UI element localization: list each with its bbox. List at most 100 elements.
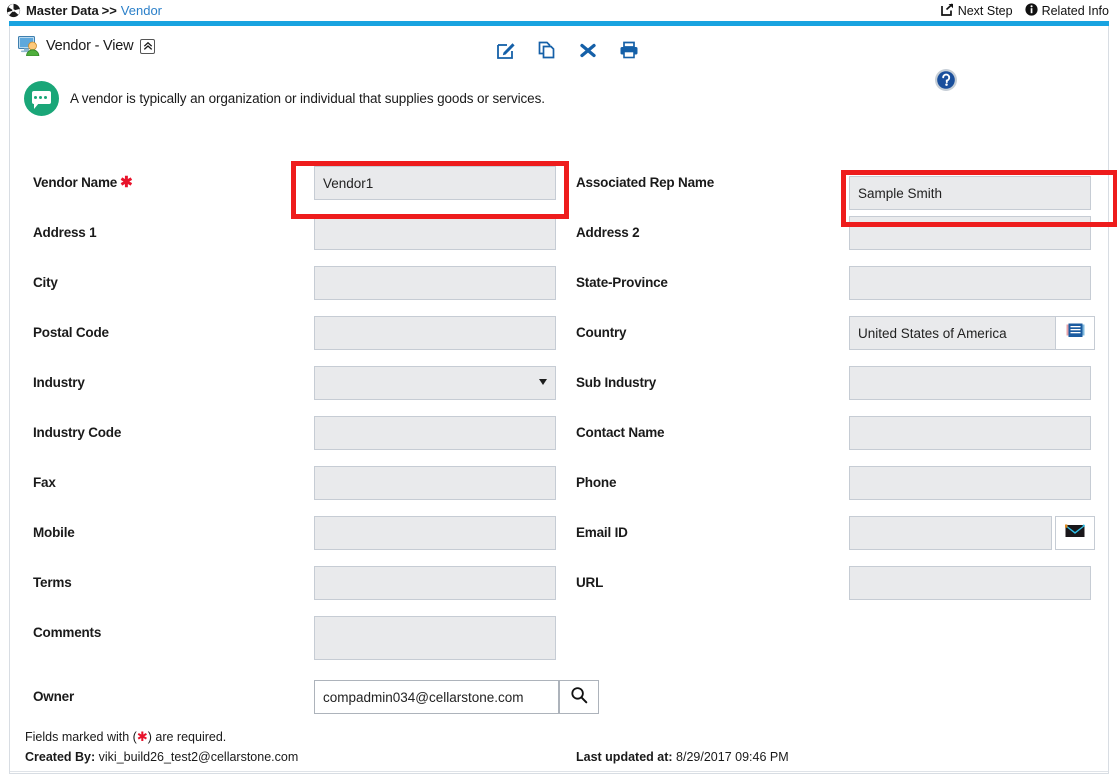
field-label: Email ID [576,525,628,540]
field-associated-rep-name: Associated Rep Name [576,166,1106,216]
email-send-button[interactable] [1055,516,1095,550]
header-actions: Next Step Related Info [940,2,1117,19]
email-id-input[interactable] [849,516,1052,550]
monitor-user-icon [18,36,41,57]
field-label: Industry [33,375,85,390]
created-by-label: Created By: [25,750,96,764]
field-city: City [33,266,563,316]
field-comments: Comments [33,616,563,676]
created-by-value: viki_build26_test2@cellarstone.com [98,750,299,764]
field-contact-name: Contact Name [576,416,1106,466]
field-sub-industry: Sub Industry [576,366,1106,416]
info-banner: A vendor is typically an organization or… [24,81,545,116]
field-label: Contact Name [576,425,665,440]
printer-icon[interactable] [619,40,639,60]
page-title: Vendor - View [18,36,156,57]
fax-input[interactable] [314,466,556,500]
vendor-form-card: Vendor - View A vendor is typically an o… [9,26,1117,774]
comments-textarea[interactable] [314,616,556,660]
url-input[interactable] [849,566,1091,600]
field-address2: Address 2 [576,216,1106,266]
field-vendor-name: Vendor Name ✱ [33,166,563,216]
created-by: Created By: viki_build26_test2@cellarsto… [25,750,298,764]
next-step-label: Next Step [957,3,1013,18]
required-star-inline: ✱ [136,729,148,744]
state-province-input[interactable] [849,266,1091,300]
field-postal-code: Postal Code [33,316,563,366]
toolbar [496,40,639,60]
info-banner-text: A vendor is typically an organization or… [70,91,545,106]
next-step-button[interactable]: Next Step [940,2,1013,19]
field-label: URL [576,575,604,590]
globe-icon [6,3,21,18]
field-label: Industry Code [33,425,122,440]
required-star: ✱ [120,174,133,191]
field-label: Comments [33,625,102,640]
field-label: Sub Industry [576,375,657,390]
field-phone: Phone [576,466,1106,516]
field-label: State-Province [576,275,668,290]
list-grid-icon [1066,323,1085,343]
field-label: Owner [33,689,75,704]
breadcrumb: Master Data >> Vendor Next Step Related … [0,0,1117,21]
field-label: Terms [33,575,72,590]
field-mobile: Mobile [33,516,563,566]
edit-pencil-icon[interactable] [496,40,516,60]
chevron-double-up-icon[interactable] [140,38,156,54]
page-title-text: Vendor - View [46,38,134,54]
city-input[interactable] [314,266,556,300]
field-fax: Fax [33,466,563,516]
associated-rep-name-input[interactable] [849,176,1091,210]
field-terms: Terms [33,566,563,616]
address2-input[interactable] [849,216,1091,250]
sub-industry-input[interactable] [849,366,1091,400]
field-label: Fax [33,475,56,490]
related-info-button[interactable]: Related Info [1024,2,1109,19]
field-country: Country United States of America [576,316,1106,366]
industry-code-input[interactable] [314,416,556,450]
field-email-id: Email ID [576,516,1106,566]
field-owner: Owner [33,680,633,730]
footer-divider [10,771,1108,772]
postal-code-input[interactable] [314,316,556,350]
field-label: Address 2 [576,225,640,240]
field-industry-code: Industry Code [33,416,563,466]
contact-name-input[interactable] [849,416,1091,450]
envelope-icon [1064,523,1086,543]
last-updated: Last updated at: 8/29/2017 09:46 PM [576,750,789,764]
close-x-icon[interactable] [578,40,598,60]
help-question-icon[interactable] [934,68,958,92]
field-address1: Address 1 [33,216,563,266]
next-step-icon [940,2,954,19]
industry-select[interactable] [314,366,556,400]
breadcrumb-current[interactable]: Vendor [121,3,162,18]
terms-input[interactable] [314,566,556,600]
last-updated-value: 8/29/2017 09:46 PM [676,750,789,764]
vendor-name-input[interactable] [314,166,556,200]
mobile-input[interactable] [314,516,556,550]
owner-input[interactable] [314,680,559,714]
owner-search-button[interactable] [559,680,599,714]
field-label: Mobile [33,525,75,540]
country-lookup-button[interactable] [1055,316,1095,350]
field-label: Address 1 [33,225,97,240]
field-label: Postal Code [33,325,109,340]
vendor-view-page: Master Data >> Vendor Next Step Related … [0,0,1117,783]
search-magnifier-icon [570,686,588,709]
field-label: Associated Rep Name [576,175,715,190]
last-updated-label: Last updated at: [576,750,673,764]
phone-input[interactable] [849,466,1091,500]
speech-bubble-icon [24,81,59,116]
address1-input[interactable] [314,216,556,250]
breadcrumb-left: Master Data >> Vendor [0,3,162,18]
copy-pages-icon[interactable] [537,40,557,60]
field-state-province: State-Province [576,266,1106,316]
field-url: URL [576,566,1106,616]
related-info-label: Related Info [1041,3,1109,18]
info-circle-icon [1024,2,1038,19]
breadcrumb-root[interactable]: Master Data [26,3,99,18]
title-row: Vendor - View [10,32,1110,91]
field-industry: Industry [33,366,563,416]
breadcrumb-separator: >> [101,3,117,18]
field-label: Phone [576,475,617,490]
